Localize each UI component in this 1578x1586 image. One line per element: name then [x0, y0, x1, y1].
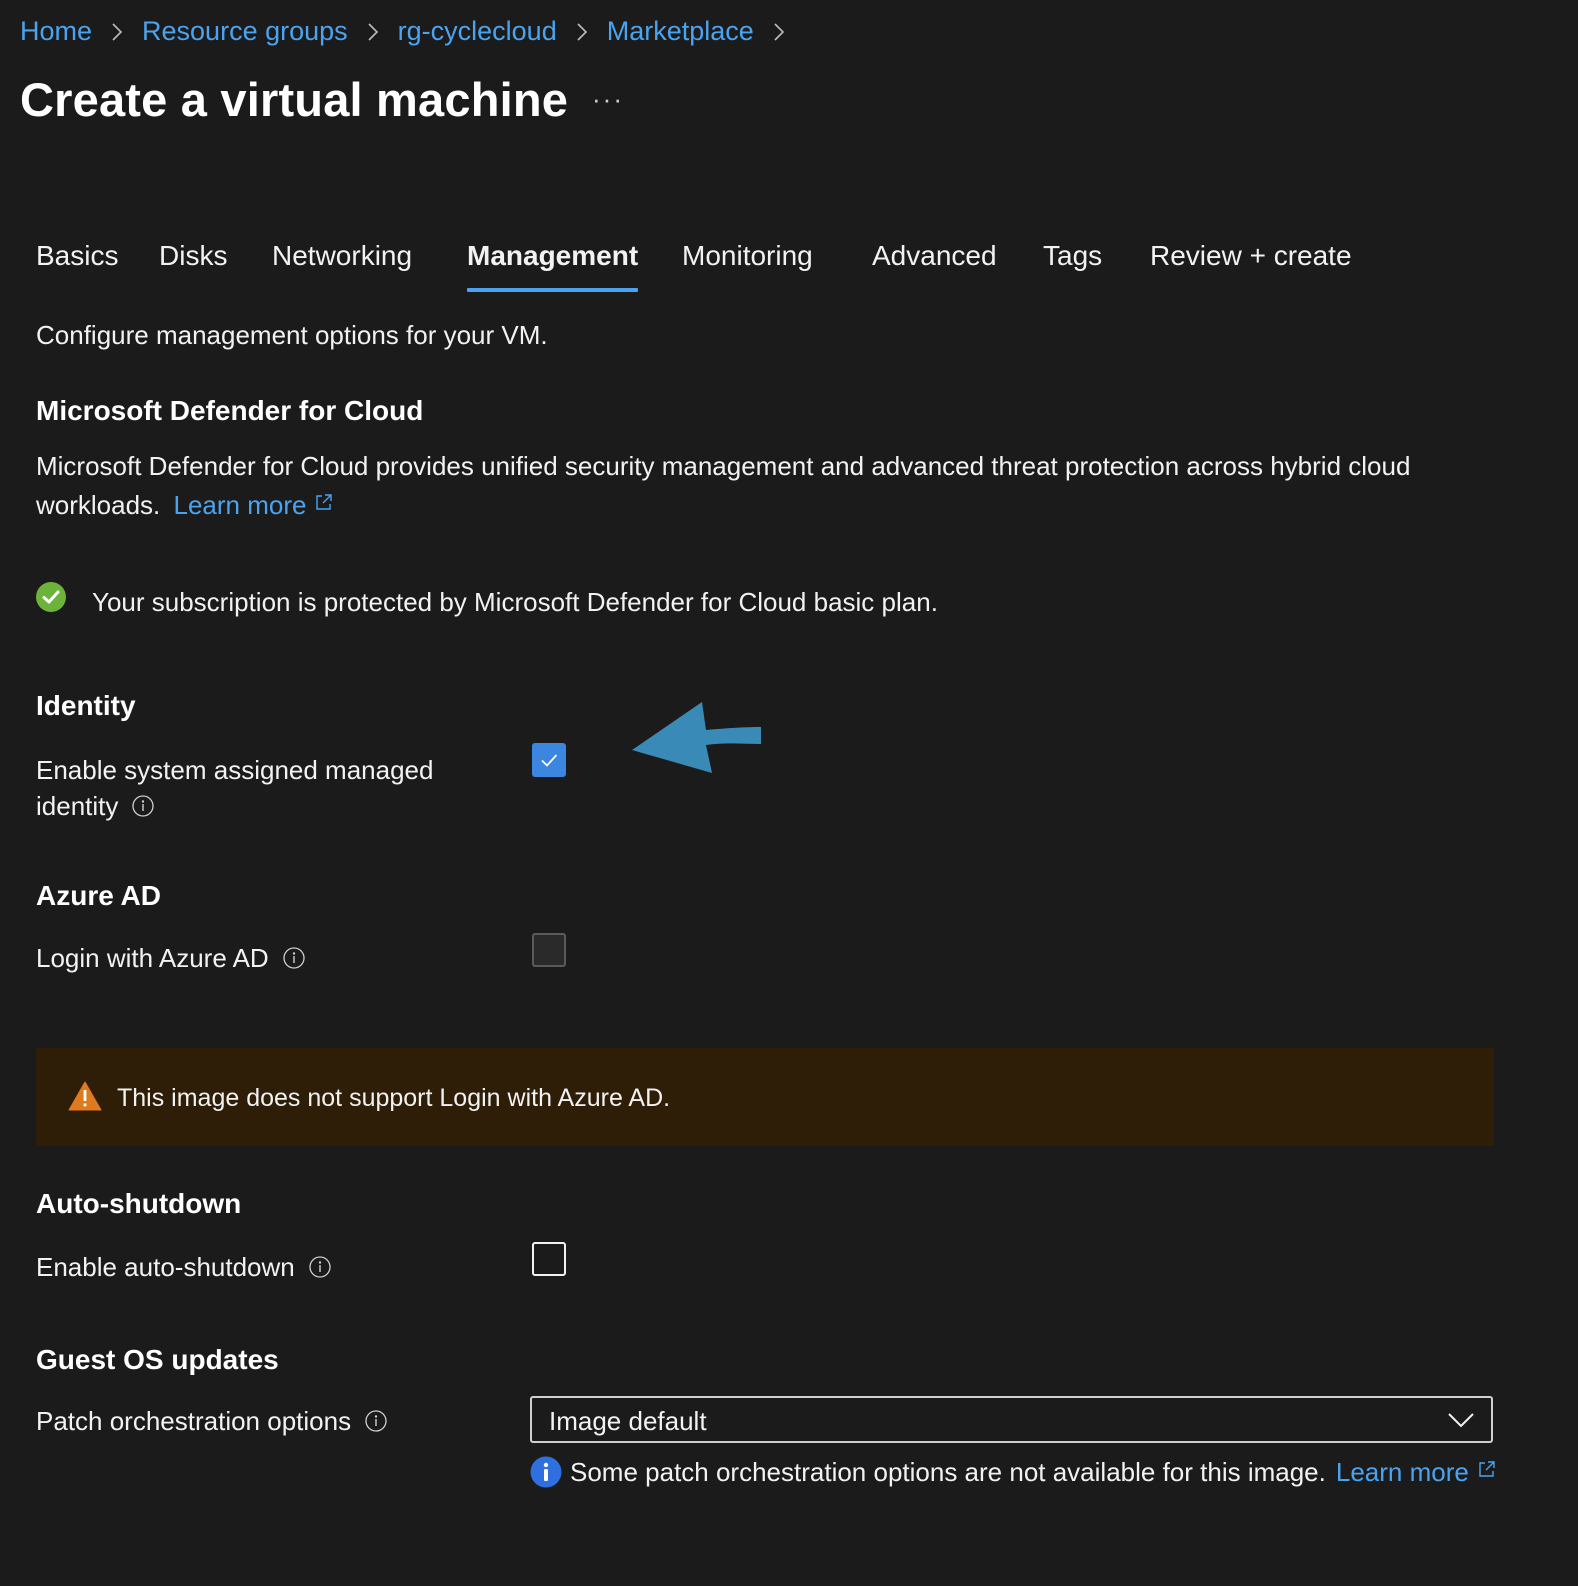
- tab-networking[interactable]: Networking: [272, 240, 412, 294]
- patch-orchestration-label-text: Patch orchestration options: [36, 1406, 352, 1436]
- defender-description: Microsoft Defender for Cloud provides un…: [36, 451, 1486, 521]
- chevron-right-icon: [575, 21, 589, 43]
- auto-shutdown-label-text: Enable auto-shutdown: [36, 1252, 295, 1282]
- tab-basics[interactable]: Basics: [36, 240, 118, 294]
- identity-label-line1: Enable system assigned managed: [36, 755, 434, 785]
- patch-learn-more-link[interactable]: Learn more: [1336, 1457, 1497, 1488]
- auto-shutdown-heading: Auto-shutdown: [36, 1188, 242, 1219]
- info-filled-icon: [530, 1456, 562, 1488]
- checkmark-icon: [541, 754, 558, 767]
- tab-tags[interactable]: Tags: [1043, 240, 1102, 294]
- defender-description-line1: Microsoft Defender for Cloud provides un…: [36, 451, 1411, 481]
- learn-more-label: Learn more: [1335, 1456, 1469, 1487]
- info-icon[interactable]: [132, 795, 155, 817]
- tab-management[interactable]: Management: [467, 240, 639, 294]
- external-link-icon: [1479, 1460, 1495, 1477]
- chevron-down-icon: [1448, 1413, 1474, 1428]
- warning-text: This image does not support Login with A…: [117, 1084, 671, 1112]
- auto-shutdown-label: Enable auto-shutdown: [36, 1252, 331, 1283]
- patch-orchestration-label: Patch orchestration options: [36, 1406, 387, 1437]
- azure-ad-login-checkbox[interactable]: [532, 933, 566, 967]
- azure-ad-heading: Azure AD: [36, 880, 161, 911]
- dropdown-selected-value: Image default: [549, 1406, 707, 1436]
- success-check-icon: [36, 582, 66, 612]
- guest-os-heading: Guest OS updates: [36, 1344, 279, 1375]
- auto-shutdown-checkbox[interactable]: [532, 1242, 566, 1276]
- managed-identity-checkbox[interactable]: [532, 743, 566, 777]
- patch-note-text: Some patch orchestration options are not…: [570, 1456, 1326, 1487]
- tab-review-create[interactable]: Review + create: [1150, 240, 1352, 294]
- identity-label-line2: identity: [36, 791, 119, 821]
- info-icon[interactable]: [365, 1410, 387, 1432]
- tab-disks[interactable]: Disks: [159, 240, 227, 294]
- defender-description-line2: workloads.: [36, 490, 161, 520]
- learn-more-label: Learn more: [173, 490, 307, 520]
- defender-status-text: Your subscription is protected by Micros…: [92, 587, 938, 617]
- tab-monitoring[interactable]: Monitoring: [682, 240, 813, 294]
- info-icon[interactable]: [309, 1256, 331, 1278]
- breadcrumb-resource-groups[interactable]: Resource groups: [142, 16, 348, 47]
- intro-text: Configure management options for your VM…: [36, 320, 548, 350]
- breadcrumb-marketplace[interactable]: Marketplace: [607, 16, 754, 47]
- chevron-right-icon: [772, 21, 786, 43]
- warning-icon: [68, 1081, 102, 1111]
- defender-heading: Microsoft Defender for Cloud: [36, 395, 424, 426]
- breadcrumb-home[interactable]: Home: [20, 16, 92, 47]
- azure-ad-login-label-text: Login with Azure AD: [36, 943, 269, 973]
- info-icon[interactable]: [283, 947, 305, 969]
- create-vm-page: Home Resource groups rg-cyclecloud Marke…: [0, 0, 1578, 1586]
- breadcrumb-rg-cyclecloud[interactable]: rg-cyclecloud: [398, 16, 557, 47]
- patch-orchestration-note: Some patch orchestration options are not…: [530, 1456, 1497, 1488]
- more-options-button[interactable]: ···: [592, 84, 624, 115]
- page-title: Create a virtual machine: [20, 73, 569, 126]
- defender-learn-more-link[interactable]: Learn more: [174, 490, 335, 520]
- identity-heading: Identity: [36, 690, 136, 721]
- chevron-right-icon: [366, 21, 380, 43]
- azure-ad-login-label: Login with Azure AD: [36, 943, 305, 974]
- patch-orchestration-dropdown[interactable]: Image default: [530, 1396, 1493, 1443]
- breadcrumb: Home Resource groups rg-cyclecloud Marke…: [20, 16, 804, 47]
- tab-advanced[interactable]: Advanced: [872, 240, 997, 294]
- external-link-icon: [316, 494, 333, 510]
- chevron-right-icon: [110, 21, 124, 43]
- identity-label: Enable system assigned managed identity: [36, 752, 433, 824]
- annotation-arrow-icon: [632, 702, 761, 773]
- azure-ad-warning-banner: This image does not support Login with A…: [36, 1048, 1494, 1146]
